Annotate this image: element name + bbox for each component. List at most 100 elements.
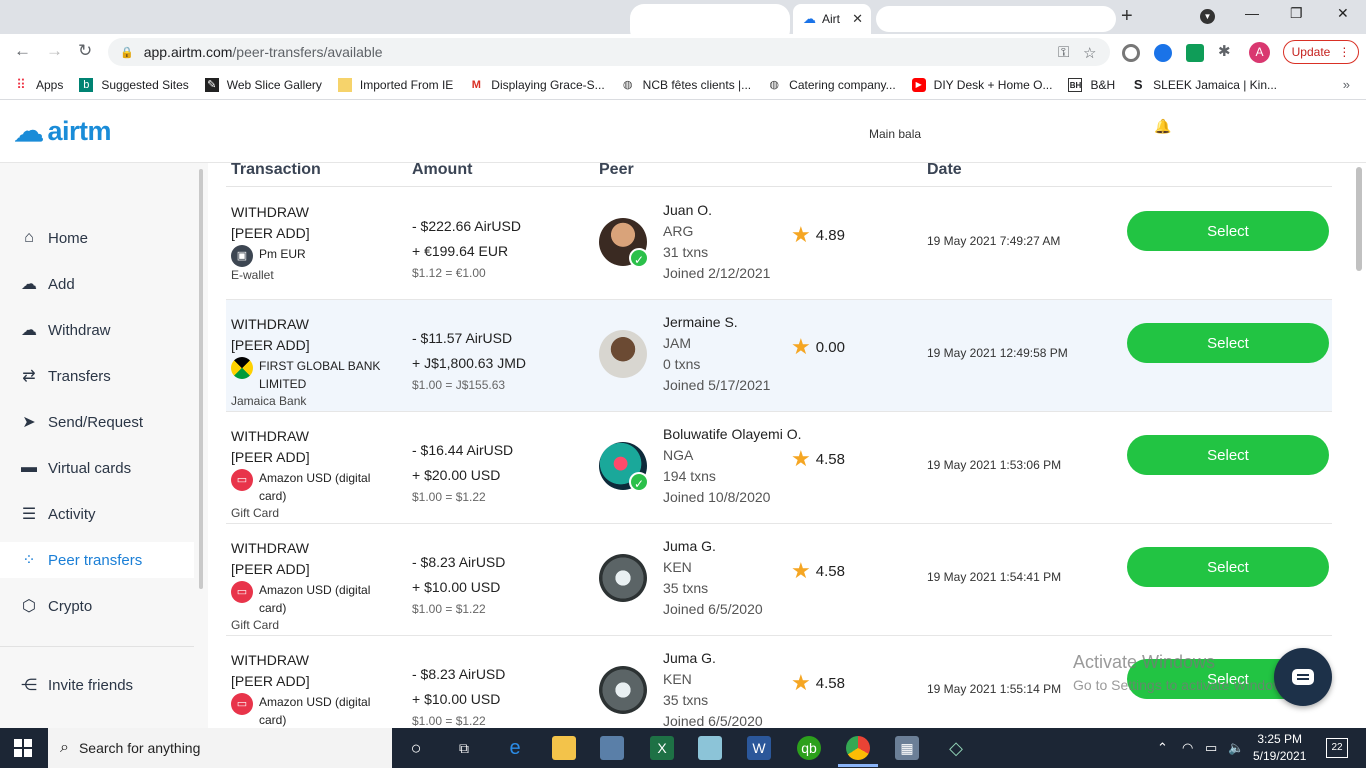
bookmark-imported-ie[interactable]: Imported From IE bbox=[337, 77, 453, 92]
peer-name[interactable]: Jermaine S. bbox=[663, 312, 770, 333]
star-icon: ★ bbox=[791, 334, 811, 359]
airtm-logo[interactable]: ☁ airtm bbox=[14, 114, 112, 149]
transaction-cell: WITHDRAW [PEER ADD] ▭ Amazon USD (digital c… bbox=[231, 538, 401, 632]
bookmark-bh[interactable]: BH B&H bbox=[1068, 77, 1115, 92]
bookmarks-bar: ⠿ Apps b Suggested Sites ✎ Web Slice Galler… bbox=[0, 70, 1366, 100]
extension-blue-icon[interactable] bbox=[1154, 44, 1172, 62]
notification-bell-icon[interactable]: 🔔 bbox=[1154, 118, 1171, 135]
lock-icon[interactable]: 🔒 bbox=[120, 46, 134, 59]
sidebar-item-send-request[interactable]: ➤ Send/Request bbox=[0, 404, 194, 440]
sidebar-item-transfers[interactable]: ⇄ Transfers bbox=[0, 358, 194, 394]
minimize-button[interactable]: — bbox=[1245, 5, 1259, 21]
wallet-icon: ▣ bbox=[231, 245, 253, 267]
sidebar-item-crypto[interactable]: ⬡ Crypto bbox=[0, 588, 194, 624]
extension-circle-icon[interactable] bbox=[1122, 44, 1140, 62]
file-explorer-icon[interactable] bbox=[552, 736, 576, 760]
cortana-icon[interactable]: ○ bbox=[404, 736, 428, 760]
network-icon[interactable]: ◠ bbox=[1182, 740, 1193, 756]
task-view-icon[interactable]: ⧉ bbox=[452, 736, 476, 760]
sidebar-item-add[interactable]: ☁ Add bbox=[0, 266, 194, 302]
tab-search-icon[interactable]: ▼ bbox=[1200, 9, 1215, 24]
sidebar-scrollbar[interactable] bbox=[199, 169, 203, 589]
bookmark-diy-desk[interactable]: ▶ DIY Desk + Home O... bbox=[911, 77, 1053, 92]
extensions-puzzle-icon[interactable]: ✱ bbox=[1218, 42, 1236, 60]
peer-avatar[interactable]: ✓ bbox=[599, 218, 651, 270]
profile-avatar[interactable]: A bbox=[1249, 42, 1270, 63]
peer-name[interactable]: Juma G. bbox=[663, 536, 763, 557]
sidebar-item-peer-transfers[interactable]: ⁘ Peer transfers bbox=[0, 542, 194, 578]
close-window-button[interactable]: ✕ bbox=[1337, 5, 1349, 22]
peer-name[interactable]: Juan O. bbox=[663, 200, 770, 221]
verified-check-icon: ✓ bbox=[629, 248, 649, 268]
select-button[interactable]: Select bbox=[1127, 323, 1329, 363]
update-button[interactable]: Update ⋮ bbox=[1283, 40, 1359, 64]
bookmark-catering[interactable]: ◍ Catering company... bbox=[767, 78, 895, 92]
tray-chevron-icon[interactable]: ⌃ bbox=[1157, 740, 1168, 756]
table-header: Transaction Amount Peer Date bbox=[226, 163, 1332, 187]
battery-icon[interactable]: ▭ bbox=[1205, 740, 1217, 756]
app-diamond-icon[interactable]: ◇ bbox=[944, 736, 968, 760]
peer-name[interactable]: Boluwatife Olayemi O. bbox=[663, 424, 802, 445]
select-button[interactable]: Select bbox=[1127, 435, 1329, 475]
sidebar-item-home[interactable]: ⌂ Home bbox=[0, 220, 194, 256]
bookmark-apps[interactable]: ⠿ Apps bbox=[14, 77, 63, 92]
taskbar-search[interactable]: ⌕ Search for anything bbox=[48, 728, 392, 768]
chrome-icon[interactable] bbox=[846, 736, 870, 760]
rating-value: 0.00 bbox=[815, 338, 845, 356]
bookmark-label: DIY Desk + Home O... bbox=[933, 77, 1053, 92]
windows-start-icon[interactable] bbox=[14, 739, 32, 757]
sidebar-item-activity[interactable]: ☰ Activity bbox=[0, 496, 194, 532]
amount-cell: - $8.23 AirUSD + $10.00 USD $1.00 = $1.22 bbox=[412, 662, 505, 728]
restore-button[interactable]: ❐ bbox=[1290, 5, 1303, 22]
volume-icon[interactable]: 🔈 bbox=[1228, 740, 1244, 756]
bookmark-star-icon[interactable]: ☆ bbox=[1083, 44, 1096, 62]
send-icon: ➤ bbox=[22, 414, 36, 431]
main-scrollbar[interactable] bbox=[1356, 167, 1362, 271]
forward-icon[interactable]: → bbox=[46, 41, 63, 61]
transaction-tag: [PEER ADD] bbox=[231, 225, 310, 241]
sidebar-item-invite-friends[interactable]: ⋲ Invite friends bbox=[0, 667, 194, 703]
remote-desktop-icon[interactable] bbox=[600, 736, 624, 760]
rating-value: 4.58 bbox=[815, 562, 845, 580]
peer-txns: 35 txns bbox=[663, 580, 709, 596]
word-icon[interactable]: W bbox=[747, 736, 771, 760]
select-button[interactable]: Select bbox=[1127, 547, 1329, 587]
notepad-icon[interactable] bbox=[698, 736, 722, 760]
system-clock[interactable]: 3:25 PM 5/19/2021 bbox=[1253, 731, 1306, 765]
peer-avatar-image bbox=[599, 554, 647, 602]
bookmark-web-slice[interactable]: ✎ Web Slice Gallery bbox=[204, 77, 322, 92]
bookmark-gmail[interactable]: M Displaying Grace-S... bbox=[469, 78, 605, 92]
excel-icon[interactable]: X bbox=[650, 736, 674, 760]
peer-avatar[interactable]: ✓ bbox=[599, 442, 651, 494]
payment-method-name: Amazon USD (digital card) bbox=[259, 583, 371, 615]
peer-joined: Joined 2/12/2021 bbox=[663, 265, 771, 281]
sidebar-item-withdraw[interactable]: ☁ Withdraw bbox=[0, 312, 194, 348]
bookmark-sleek[interactable]: S SLEEK Jamaica | Kin... bbox=[1131, 77, 1277, 92]
support-chat-button[interactable] bbox=[1274, 648, 1332, 706]
peer-avatar[interactable] bbox=[599, 330, 651, 382]
home-icon: ⌂ bbox=[24, 229, 34, 246]
reload-icon[interactable]: ↻ bbox=[78, 41, 92, 61]
edge-icon[interactable]: e bbox=[503, 736, 527, 760]
peer-avatar[interactable] bbox=[599, 666, 651, 718]
bh-icon: BH bbox=[1068, 77, 1083, 92]
tab-airtm[interactable]: ☁ Airt ✕ bbox=[793, 4, 871, 34]
back-icon[interactable]: ← bbox=[14, 41, 31, 61]
bookmark-suggested-sites[interactable]: b Suggested Sites bbox=[79, 77, 189, 92]
notification-center-icon[interactable]: 22 bbox=[1326, 738, 1348, 758]
extension-green-icon[interactable] bbox=[1186, 44, 1204, 62]
sidebar-item-virtual-cards[interactable]: ▬ Virtual cards bbox=[0, 450, 194, 486]
address-bar[interactable]: 🔒 app.airtm.com/peer-transfers/available… bbox=[108, 38, 1110, 66]
peer-avatar[interactable] bbox=[599, 554, 651, 606]
tab-close-icon[interactable]: ✕ bbox=[852, 11, 863, 27]
bookmark-ncb[interactable]: ◍ NCB fêtes clients |... bbox=[621, 78, 751, 92]
key-icon[interactable]: ⚿ bbox=[1058, 44, 1069, 61]
cloud-upload-icon: ☁ bbox=[21, 276, 37, 293]
quickbooks-icon[interactable]: qb bbox=[797, 736, 821, 760]
peer-name[interactable]: Juma G. bbox=[663, 648, 763, 669]
peer-country: KEN bbox=[663, 559, 692, 575]
calculator-icon[interactable]: ▦ bbox=[895, 736, 919, 760]
bookmarks-overflow-icon[interactable]: » bbox=[1343, 77, 1350, 92]
select-button[interactable]: Select bbox=[1127, 211, 1329, 251]
new-tab-button[interactable]: + bbox=[1121, 5, 1133, 28]
